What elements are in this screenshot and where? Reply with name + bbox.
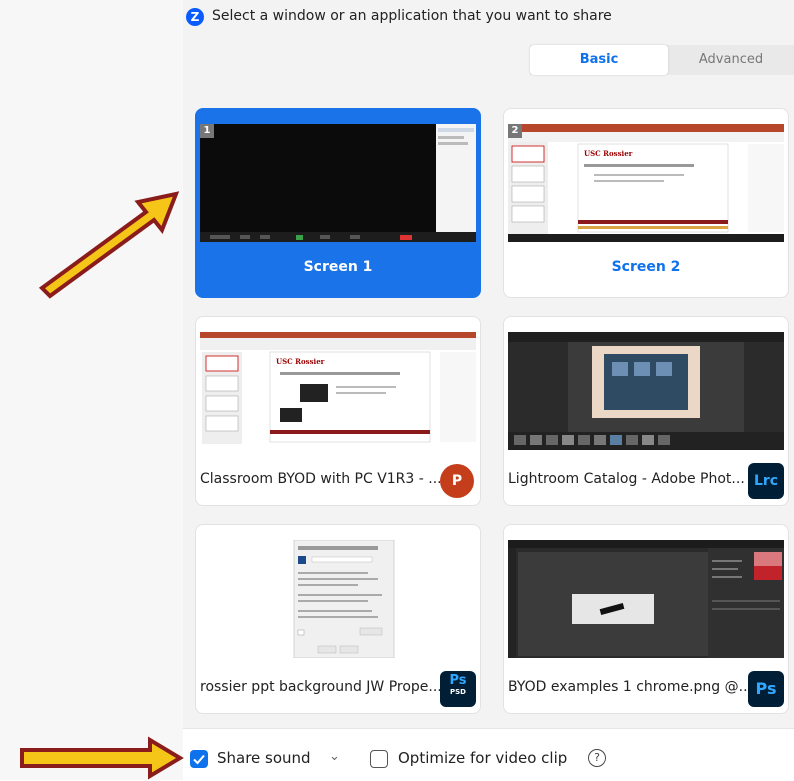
share-sound-checkbox[interactable]	[190, 750, 208, 768]
photoshop-window-card[interactable]: BYOD examples 1 chrome.png @... Ps	[503, 524, 789, 714]
photoshop-psd-icon-text: Ps	[449, 673, 467, 688]
annotation-arrow-diagonal-icon	[38, 191, 180, 299]
header-title: Select a window or an application that y…	[212, 8, 612, 24]
share-options-footer: Share sound ⌄ Optimize for video clip ?	[183, 728, 794, 781]
photoshop-thumbnail	[508, 540, 784, 658]
powerpoint-icon: P	[440, 464, 474, 498]
view-toggle: Basic Advanced	[530, 45, 794, 75]
usc-rossier-logo: USC Rossier	[276, 357, 325, 366]
share-sound-label[interactable]: Share sound	[217, 749, 311, 767]
photoshop-icon: Ps	[748, 671, 784, 707]
screen-2-thumbnail: USC Rossier 2	[508, 124, 784, 242]
help-icon[interactable]: ?	[588, 749, 606, 767]
screen-2-label: Screen 2	[611, 259, 681, 275]
optimize-video-label[interactable]: Optimize for video clip	[398, 749, 567, 767]
powerpoint-preview: USC Rossier	[200, 332, 476, 444]
screen-1-thumbnail: 1	[200, 124, 476, 242]
photoshop-psd-icon-subtext: PSD	[450, 688, 466, 696]
powerpoint-window-card[interactable]: USC Rossier Classroom BYOD with PC V1R3 …	[195, 316, 481, 506]
screen-number-badge: 2	[508, 124, 522, 138]
optimize-video-checkbox[interactable]	[370, 750, 388, 768]
tab-basic[interactable]: Basic	[530, 45, 668, 75]
lightroom-icon: Lrc	[748, 463, 784, 499]
screen-2-card[interactable]: USC Rossier 2 Screen 2	[503, 108, 789, 298]
lightroom-preview	[508, 332, 784, 450]
lightroom-window-card[interactable]: Lightroom Catalog - Adobe Phot... Lrc	[503, 316, 789, 506]
properties-dialog-preview	[200, 540, 476, 658]
usc-rossier-logo: USC Rossier	[584, 149, 633, 158]
lightroom-thumbnail	[508, 332, 784, 450]
properties-dialog-thumbnail	[200, 540, 476, 658]
screen-1-preview	[200, 124, 476, 242]
photoshop-psd-icon: Ps PSD	[440, 671, 476, 707]
photoshop-preview	[508, 540, 784, 658]
share-header: Z Select a window or an application that…	[183, 0, 794, 36]
powerpoint-window-label: Classroom BYOD with PC V1R3 - ...	[200, 471, 440, 487]
photoshop-window-label: BYOD examples 1 chrome.png @...	[508, 679, 748, 695]
share-sound-dropdown-chevron-icon[interactable]: ⌄	[329, 749, 340, 764]
photoshop-properties-window-label: rossier ppt background JW Prope...	[200, 679, 440, 695]
lightroom-window-label: Lightroom Catalog - Adobe Phot...	[508, 471, 745, 487]
zoom-logo-icon: Z	[186, 8, 204, 26]
photoshop-properties-window-card[interactable]: rossier ppt background JW Prope... Ps PS…	[195, 524, 481, 714]
checkmark-icon	[193, 754, 205, 765]
left-pane	[0, 0, 183, 780]
powerpoint-thumbnail: USC Rossier	[200, 332, 476, 450]
screen-number-badge: 1	[200, 124, 214, 138]
annotation-arrow-horizontal-icon	[20, 736, 184, 780]
screen-2-preview: USC Rossier	[508, 124, 784, 242]
screen-1-label: Screen 1	[303, 259, 373, 275]
tab-advanced[interactable]: Advanced	[668, 45, 794, 75]
screen-1-card[interactable]: 1 Screen 1	[195, 108, 481, 298]
